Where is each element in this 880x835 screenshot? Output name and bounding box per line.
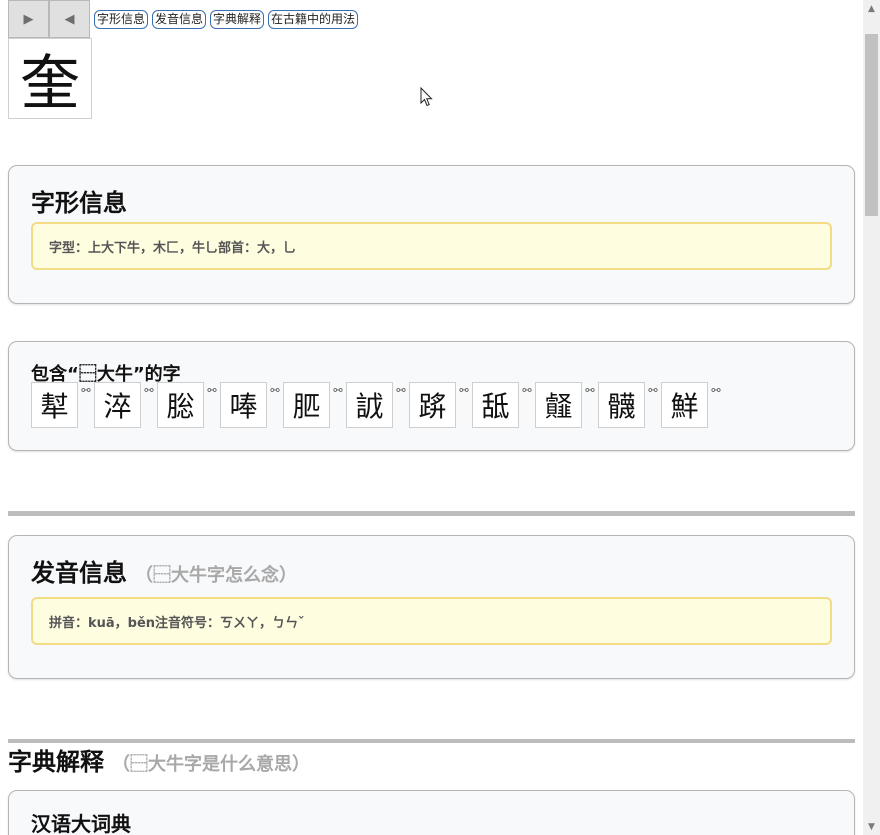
link-classics-usage[interactable]: 在古籍中的用法: [268, 10, 359, 29]
section-divider: [8, 511, 855, 516]
link-icon[interactable]: ⚯: [645, 384, 661, 397]
char-box[interactable]: 䑛: [472, 382, 519, 428]
form-info-title: 字形信息: [31, 189, 127, 217]
play-icon: ▶: [23, 11, 34, 27]
char-box[interactable]: 犎: [31, 382, 78, 428]
link-icon[interactable]: ⚯: [78, 384, 94, 397]
char-box[interactable]: 䟸: [409, 382, 456, 428]
char-box[interactable]: 䛋: [346, 382, 393, 428]
link-icon[interactable]: ⚯: [582, 384, 598, 397]
dictionary-title: 字典解释 （⿱大牛字是什么意思）: [8, 742, 310, 777]
pronunciation-title-text: 发音信息: [31, 559, 127, 587]
form-info-note: 字型：上大下牛，⽊匚，⽜乚部首：大，乚: [31, 222, 832, 270]
dictionary-hint: （⿱大牛字是什么意思）: [112, 754, 310, 775]
char-box[interactable]: 䏘: [283, 382, 330, 428]
vertical-scrollbar[interactable]: ▲ ▼: [863, 0, 880, 835]
previous-button[interactable]: ◀: [49, 0, 90, 38]
related-characters-card: 包含“⿱大牛”的字 犎 ⚯ 淬 ⚯ 䐋 ⚯ 唪 ⚯ 䏘 ⚯ 䛋 ⚯ 䟸 ⚯ 䑛 …: [8, 341, 855, 451]
pronunciation-card: 发音信息 （⿱大牛字怎么念） 拼音：kuā，běn注音符号：ㄎㄨㄚ，ㄅㄣˇ: [8, 535, 855, 679]
link-icon[interactable]: ⚯: [330, 384, 346, 397]
pronunciation-title: 发音信息 （⿱大牛字怎么念）: [31, 553, 297, 588]
pronunciation-text: 拼音：kuā，běn注音符号：ㄎㄨㄚ，ㄅㄣˇ: [49, 615, 305, 631]
link-icon[interactable]: ⚯: [708, 384, 724, 397]
section-links: 字形信息 发音信息 字典解释 在古籍中的用法: [94, 10, 359, 29]
page-content: ▶ ◀ 字形信息 发音信息 字典解释 在古籍中的用法 奎 字形信息 字型：上大下…: [0, 0, 863, 835]
scrollbar-thumb[interactable]: [865, 34, 878, 216]
char-box[interactable]: 䪥: [535, 382, 582, 428]
pronunciation-hint: （⿱大牛字怎么念）: [135, 565, 297, 586]
dictionary-title-text: 字典解释: [8, 748, 104, 776]
char-box[interactable]: 鮮: [661, 382, 708, 428]
main-character-glyph: 奎: [20, 49, 80, 119]
form-info-text: 字型：上大下牛，⽊匚，⽜乚部首：大，乚: [49, 240, 297, 256]
scroll-down-icon[interactable]: ▼: [863, 818, 880, 835]
form-info-card: 字形信息 字型：上大下牛，⽊匚，⽜乚部首：大，乚: [8, 165, 855, 304]
char-box[interactable]: 䯦: [598, 382, 645, 428]
link-icon[interactable]: ⚯: [393, 384, 409, 397]
link-pronunciation[interactable]: 发音信息: [152, 10, 207, 29]
scroll-up-icon[interactable]: ▲: [863, 0, 880, 17]
mouse-cursor-icon: [420, 87, 433, 107]
char-box[interactable]: 唪: [220, 382, 267, 428]
link-icon[interactable]: ⚯: [204, 384, 220, 397]
dictionary-subtitle: 汉语大词典: [31, 812, 131, 835]
link-icon[interactable]: ⚯: [519, 384, 535, 397]
back-icon: ◀: [64, 11, 75, 27]
char-box[interactable]: 淬: [94, 382, 141, 428]
link-icon[interactable]: ⚯: [456, 384, 472, 397]
link-icon[interactable]: ⚯: [267, 384, 283, 397]
related-characters-list: 犎 ⚯ 淬 ⚯ 䐋 ⚯ 唪 ⚯ 䏘 ⚯ 䛋 ⚯ 䟸 ⚯ 䑛 ⚯ 䪥 ⚯ 䯦 ⚯ …: [31, 382, 724, 428]
dictionary-card: 汉语大词典: [8, 790, 855, 835]
link-form-info[interactable]: 字形信息: [94, 10, 149, 29]
char-box[interactable]: 䐋: [157, 382, 204, 428]
link-icon[interactable]: ⚯: [141, 384, 157, 397]
main-character: 奎: [8, 38, 92, 119]
link-dictionary[interactable]: 字典解释: [210, 10, 265, 29]
next-button[interactable]: ▶: [8, 0, 49, 38]
pronunciation-note: 拼音：kuā，běn注音符号：ㄎㄨㄚ，ㄅㄣˇ: [31, 597, 832, 645]
